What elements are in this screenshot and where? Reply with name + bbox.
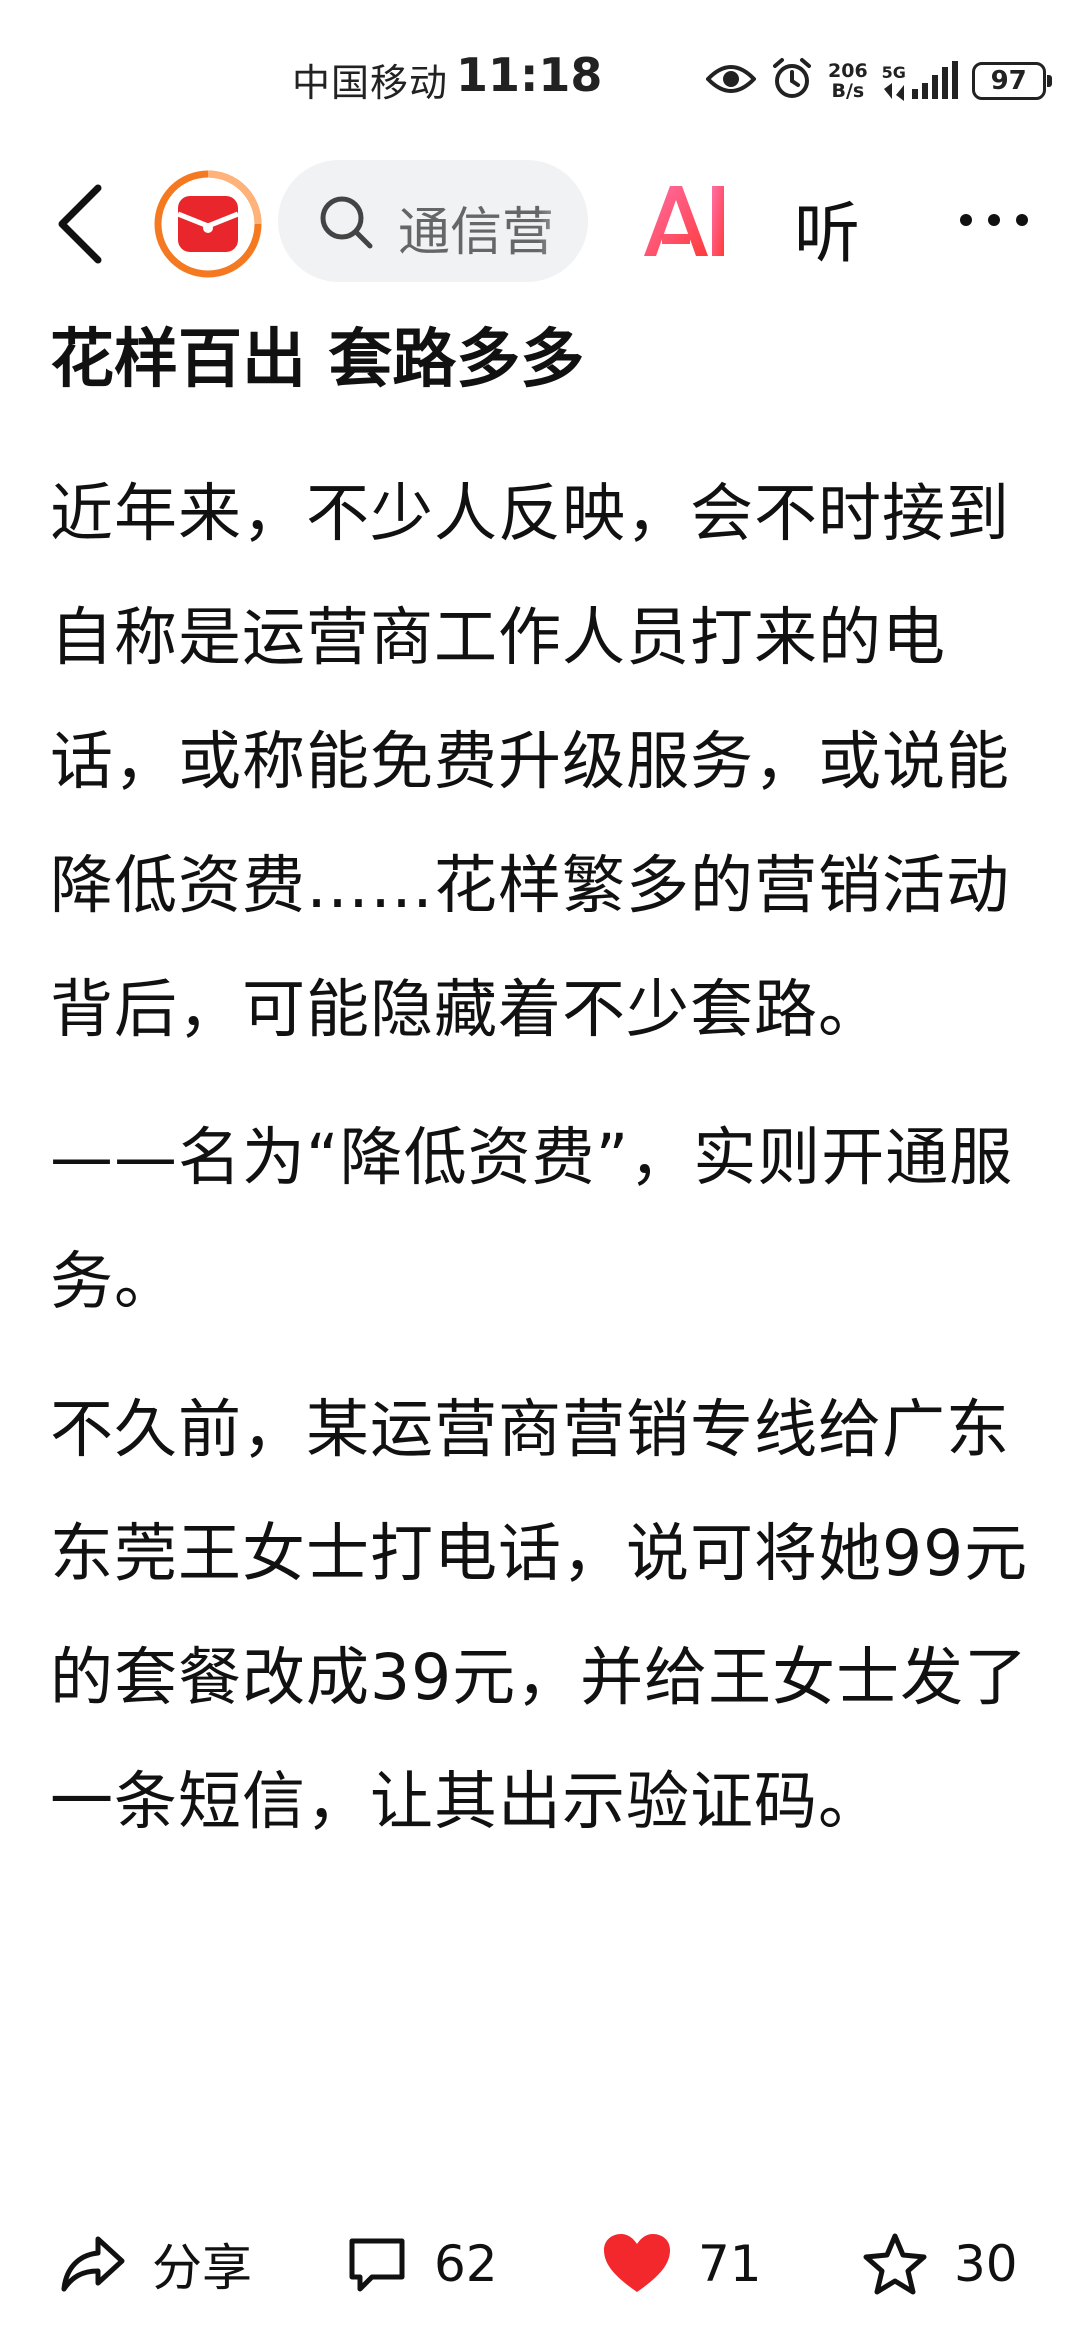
search-bar[interactable]: 通信营	[278, 160, 588, 282]
comment-button[interactable]: 62	[346, 2224, 498, 2304]
share-label: 分享	[152, 2239, 252, 2297]
bottom-action-bar: 分享 62 71 30	[0, 2208, 1080, 2318]
comment-icon	[349, 2238, 405, 2292]
top-nav: 通信营 听	[0, 160, 1080, 282]
battery-indicator: 97	[971, 62, 1052, 100]
share-icon	[61, 2236, 125, 2292]
like-count: 71	[698, 2235, 762, 2293]
eye-icon	[705, 61, 757, 101]
search-input[interactable]: 通信营	[398, 190, 554, 265]
favorite-count: 30	[954, 2235, 1018, 2293]
more-button[interactable]	[954, 180, 1034, 260]
article-body: 花样百出 套路多多 近年来，不少人反映，会不时接到自称是运营商工作人员打来的电话…	[50, 320, 1040, 1888]
back-button[interactable]	[40, 170, 120, 270]
share-button[interactable]: 分享	[60, 2224, 252, 2304]
heart-icon	[604, 2234, 670, 2292]
app-logo-icon	[154, 170, 262, 278]
article-heading: 花样百出 套路多多	[50, 323, 585, 397]
favorite-button[interactable]: 30	[862, 2224, 1018, 2304]
net-speed-value: 206	[828, 60, 868, 82]
signal-5g: 5G	[882, 61, 958, 101]
article-paragraph-2: ——名为“降低资费”，实则开通服务。	[50, 1121, 1014, 1318]
listen-button[interactable]: 听	[794, 180, 860, 276]
ai-button[interactable]	[640, 178, 730, 268]
alarm-icon	[770, 57, 814, 105]
star-icon	[863, 2233, 927, 2295]
net-speed-unit: B/s	[831, 80, 865, 102]
article-paragraph-1: 近年来，不少人反映，会不时接到自称是运营商工作人员打来的电话，或称能免费升级服务…	[50, 477, 1010, 1046]
back-arrow-icon	[58, 184, 102, 264]
comment-count: 62	[434, 2235, 498, 2293]
search-icon	[320, 196, 373, 249]
app-logo[interactable]	[152, 168, 264, 280]
net-speed: 206 B/s	[828, 61, 868, 101]
ai-icon	[644, 186, 724, 256]
carrier-name: 中国移动	[292, 61, 449, 105]
signal-bars-icon	[883, 61, 958, 101]
article-paragraph-3: 不久前，某运营商营销专线给广东东莞王女士打电话，说可将她99元的套餐改成39元，…	[50, 1393, 1029, 1838]
status-icons: 206 B/s 5G 97	[705, 56, 1052, 106]
more-dots-icon	[960, 214, 1028, 226]
like-button[interactable]: 71	[602, 2224, 762, 2304]
status-clock: 11:18	[456, 48, 603, 102]
status-bar: 中国移动 11:18 206 B/s 5G 97	[0, 0, 1080, 160]
